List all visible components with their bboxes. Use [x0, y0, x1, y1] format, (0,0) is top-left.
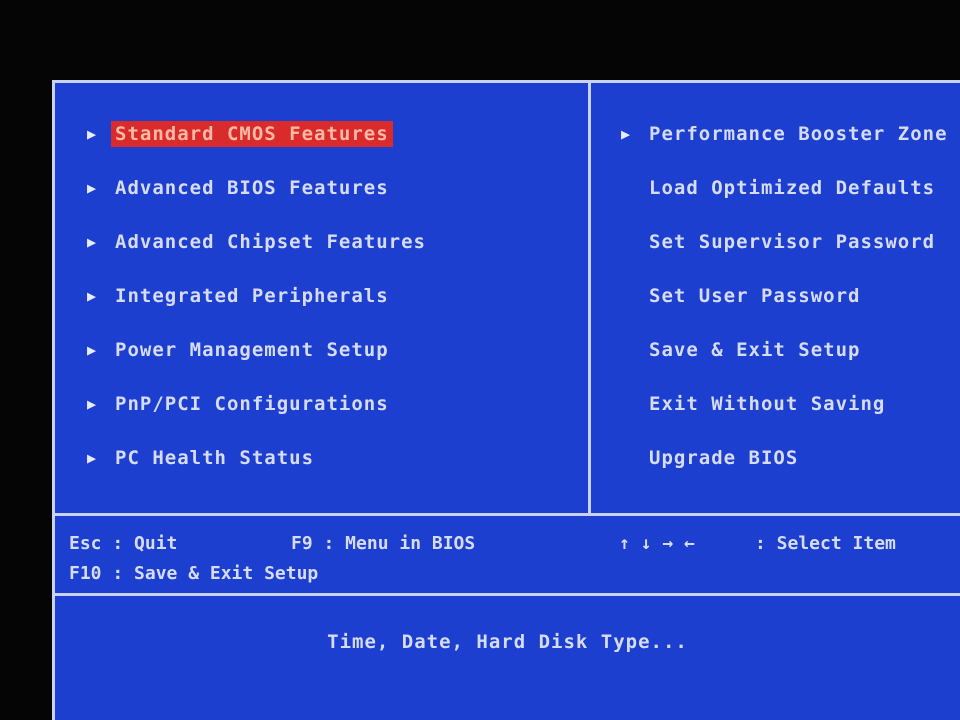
menu-item-set-user-password[interactable]: Set User Password	[621, 283, 952, 337]
menu-item-load-optimized-defaults[interactable]: Load Optimized Defaults	[621, 175, 952, 229]
menu-item-label: Advanced BIOS Features	[115, 177, 389, 199]
menu-item-pnp-pci-configurations[interactable]: ▶ PnP/PCI Configurations	[87, 391, 430, 445]
bios-setup-window: ▶ Standard CMOS Features ▶ Advanced BIOS…	[52, 80, 960, 720]
menu-item-save-exit-setup[interactable]: Save & Exit Setup	[621, 337, 952, 391]
menu-item-label: PnP/PCI Configurations	[115, 393, 389, 415]
key-help-bar: Esc : Quit F9 : Menu in BIOS ↑ ↓ → ← : S…	[69, 529, 949, 589]
right-menu: ▶ Performance Booster Zone Load Optimize…	[621, 121, 952, 499]
menu-item-label: Save & Exit Setup	[649, 339, 861, 361]
menu-item-label: Set User Password	[649, 285, 861, 307]
key-help-select: : Select Item	[755, 533, 896, 554]
menu-item-advanced-chipset-features[interactable]: ▶ Advanced Chipset Features	[87, 229, 430, 283]
menu-item-label: Integrated Peripherals	[115, 285, 389, 307]
menu-item-label: Exit Without Saving	[649, 393, 886, 415]
triangle-right-icon: ▶	[87, 179, 97, 197]
menu-item-performance-booster-zone[interactable]: ▶ Performance Booster Zone	[621, 121, 952, 175]
menu-item-label: Power Management Setup	[115, 339, 389, 361]
menu-item-power-management-setup[interactable]: ▶ Power Management Setup	[87, 337, 430, 391]
arrow-keys-icon: ↑ ↓ → ←	[619, 533, 695, 554]
status-description: Time, Date, Hard Disk Type...	[327, 631, 688, 653]
menu-item-advanced-bios-features[interactable]: ▶ Advanced BIOS Features	[87, 175, 430, 229]
key-help-f9: F9 : Menu in BIOS	[291, 533, 476, 554]
left-menu: ▶ Standard CMOS Features ▶ Advanced BIOS…	[87, 121, 430, 499]
triangle-right-icon: ▶	[87, 125, 97, 143]
menu-item-label: Advanced Chipset Features	[115, 231, 426, 253]
menu-item-pc-health-status[interactable]: ▶ PC Health Status	[87, 445, 430, 499]
triangle-right-icon: ▶	[87, 395, 97, 413]
menu-item-exit-without-saving[interactable]: Exit Without Saving	[621, 391, 952, 445]
triangle-right-icon: ▶	[87, 341, 97, 359]
menu-item-label: PC Health Status	[115, 447, 315, 469]
vertical-divider	[588, 83, 591, 513]
triangle-right-icon: ▶	[87, 449, 97, 467]
menu-item-label: Performance Booster Zone	[649, 123, 948, 145]
triangle-right-icon: ▶	[87, 233, 97, 251]
menu-divider	[55, 513, 960, 516]
menu-item-label: Standard CMOS Features	[111, 121, 393, 147]
menu-item-label: Upgrade BIOS	[649, 447, 799, 469]
key-help-esc: Esc : Quit	[69, 533, 178, 554]
menu-item-integrated-peripherals[interactable]: ▶ Integrated Peripherals	[87, 283, 430, 337]
key-help-f10: F10 : Save & Exit Setup	[69, 563, 319, 584]
triangle-right-icon: ▶	[621, 125, 631, 143]
menu-item-upgrade-bios[interactable]: Upgrade BIOS	[621, 445, 952, 499]
menu-item-set-supervisor-password[interactable]: Set Supervisor Password	[621, 229, 952, 283]
triangle-right-icon: ▶	[87, 287, 97, 305]
menu-item-label: Set Supervisor Password	[649, 231, 936, 253]
status-divider	[55, 593, 960, 596]
menu-item-standard-cmos-features[interactable]: ▶ Standard CMOS Features	[87, 121, 430, 175]
menu-item-label: Load Optimized Defaults	[649, 177, 936, 199]
